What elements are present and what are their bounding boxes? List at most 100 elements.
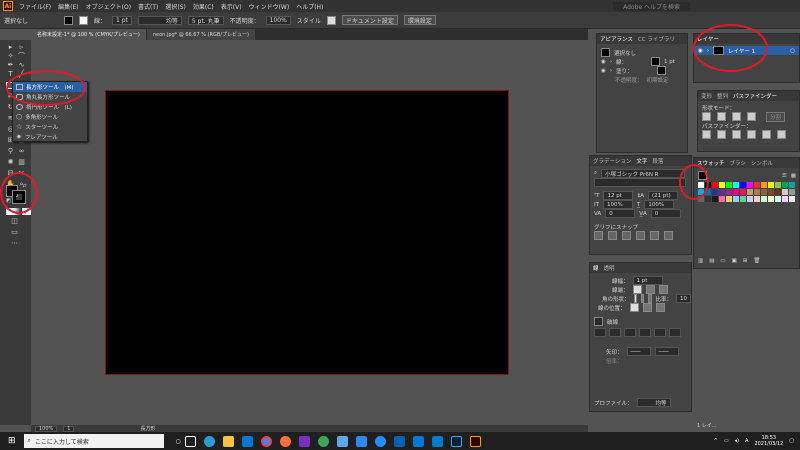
- task-view-icon[interactable]: [184, 435, 196, 447]
- tab-brushes[interactable]: ブラシ: [730, 159, 746, 167]
- visibility-eye-icon[interactable]: ◉: [601, 59, 606, 65]
- blend-icon[interactable]: ∞: [17, 148, 26, 155]
- font-style-field[interactable]: [594, 178, 686, 187]
- menu-effect[interactable]: 効果(C): [193, 2, 214, 11]
- app-icon[interactable]: [298, 435, 310, 447]
- divide-icon[interactable]: [702, 130, 711, 139]
- tab-document-2[interactable]: neon.jpg* @ 66.67 % (RGB/プレビュー): [146, 29, 255, 40]
- arrow-end-select[interactable]: ───: [654, 347, 679, 356]
- unite-icon[interactable]: [702, 112, 711, 121]
- butt-cap-icon[interactable]: [632, 285, 642, 294]
- notification-icon[interactable]: ▢: [789, 438, 794, 444]
- artboard-nav-field[interactable]: 1: [63, 425, 75, 432]
- menu-type[interactable]: 書式(T): [138, 2, 158, 11]
- people-icon[interactable]: [393, 435, 405, 447]
- brush-field[interactable]: 5 pt. 丸筆: [187, 15, 224, 25]
- show-kinds-icon[interactable]: ▤: [709, 258, 714, 264]
- gap-field[interactable]: [639, 328, 651, 337]
- target-circle-icon[interactable]: ○: [790, 48, 795, 54]
- snap-option-3-icon[interactable]: [622, 231, 631, 240]
- dash-field[interactable]: [624, 328, 636, 337]
- draw-mode-icon[interactable]: ◫: [10, 218, 19, 225]
- swatch-grid[interactable]: [694, 180, 799, 204]
- new-swatch-icon[interactable]: ⊞: [743, 258, 748, 264]
- align-center-icon[interactable]: [629, 303, 639, 312]
- preferences-button[interactable]: 環境設定: [403, 15, 436, 25]
- illustrator-icon[interactable]: [469, 435, 481, 447]
- tab-pathfinder[interactable]: パスファインダー: [733, 92, 777, 100]
- clock-app-icon[interactable]: [374, 435, 386, 447]
- leading-field[interactable]: (21 pt): [648, 191, 678, 200]
- kerning-field[interactable]: 0: [605, 209, 636, 218]
- tab-character[interactable]: 文字: [636, 157, 647, 165]
- fill-color-swatch[interactable]: [656, 66, 666, 75]
- horizontal-scale-field[interactable]: 100%: [644, 200, 675, 209]
- menu-window[interactable]: ウィンドウ(W): [249, 2, 290, 11]
- tab-transform[interactable]: 変形: [701, 92, 712, 100]
- fill-swatch[interactable]: [64, 15, 74, 25]
- windows-start-icon[interactable]: ⊞: [8, 436, 16, 446]
- tab-document-1[interactable]: 名称未設定-1* @ 100 % (CMYK/プレビュー): [31, 29, 146, 40]
- artboard[interactable]: [105, 90, 509, 375]
- dash-checkbox[interactable]: [594, 317, 603, 326]
- apply-button[interactable]: 分割: [766, 111, 786, 122]
- cortana-icon[interactable]: ○: [176, 438, 181, 445]
- snap-option-1-icon[interactable]: [594, 231, 603, 240]
- align-inside-icon[interactable]: [642, 303, 652, 312]
- menu-file[interactable]: ファイル(F): [19, 2, 51, 11]
- curvature-icon[interactable]: ∿: [17, 62, 26, 69]
- pen-tool-icon[interactable]: ✒: [6, 62, 15, 69]
- stroke-color-swatch[interactable]: [651, 57, 661, 66]
- visibility-eye-icon[interactable]: ◉: [601, 68, 606, 74]
- edge-icon[interactable]: [203, 435, 215, 447]
- outline-icon[interactable]: [762, 130, 771, 139]
- volume-icon[interactable]: ◂): [735, 438, 739, 444]
- round-join-icon[interactable]: [640, 294, 645, 303]
- minus-back-icon[interactable]: [777, 130, 786, 139]
- stroke-weight-field[interactable]: 1 pt: [112, 15, 132, 25]
- eyedropper-icon[interactable]: ⚲: [6, 148, 15, 155]
- mail-icon[interactable]: [412, 435, 424, 447]
- expand-icon[interactable]: ›: [610, 68, 612, 74]
- stroke-swatch[interactable]: [79, 15, 89, 25]
- menu-help[interactable]: ヘルプ(H): [296, 2, 323, 11]
- square-cap-icon[interactable]: [658, 285, 668, 294]
- dash-field[interactable]: [654, 328, 666, 337]
- direct-selection-tool-icon[interactable]: ▹: [17, 44, 26, 51]
- profile-select[interactable]: 均等: [636, 398, 671, 407]
- snap-option-2-icon[interactable]: [608, 231, 617, 240]
- screen-mode-icon[interactable]: ▭: [10, 229, 19, 236]
- tab-appearance[interactable]: アピアランス: [600, 35, 633, 43]
- flyout-item-star[interactable]: ☆ スターツール: [13, 122, 87, 132]
- merge-icon[interactable]: [732, 130, 741, 139]
- tab-align[interactable]: 整列: [717, 92, 728, 100]
- tab-paragraph[interactable]: 段落: [652, 157, 663, 165]
- font-size-field[interactable]: 12 pt: [603, 191, 634, 200]
- opacity-field[interactable]: 100%: [265, 15, 291, 25]
- chrome-icon[interactable]: [260, 435, 272, 447]
- tab-symbols[interactable]: シンボル: [751, 159, 773, 167]
- flyout-item-flare[interactable]: ✷ フレアツール: [13, 132, 87, 142]
- clock[interactable]: 18:53 2021/03/12: [754, 435, 783, 447]
- tab-cc-libraries[interactable]: CC ライブラリ: [638, 35, 675, 43]
- new-color-group-icon[interactable]: ▣: [732, 258, 737, 264]
- tab-transparency[interactable]: 透明: [604, 264, 615, 272]
- edit-toolbar-icon[interactable]: ⋯: [10, 240, 19, 247]
- delete-swatch-icon[interactable]: 🗑: [753, 258, 760, 264]
- menu-select[interactable]: 選択(S): [165, 2, 186, 11]
- list-view-icon[interactable]: ☰: [782, 173, 787, 179]
- flyout-item-polygon[interactable]: ⬡ 多角形ツール: [13, 112, 87, 122]
- store-icon[interactable]: [241, 435, 253, 447]
- firefox-icon[interactable]: [279, 435, 291, 447]
- tray-chevron-icon[interactable]: ^: [714, 438, 718, 444]
- swatch-options-icon[interactable]: ▭: [720, 258, 725, 264]
- taskbar-search-box[interactable]: ⌕ ここに入力して検索: [23, 434, 164, 448]
- tracking-field[interactable]: 0: [650, 209, 681, 218]
- network-icon[interactable]: ▭: [724, 438, 729, 444]
- align-outside-icon[interactable]: [655, 303, 665, 312]
- weight-field[interactable]: 1 pt: [632, 276, 663, 285]
- snap-option-5-icon[interactable]: [650, 231, 659, 240]
- app-icon[interactable]: [355, 435, 367, 447]
- variable-width-field[interactable]: 均等: [137, 15, 182, 25]
- gap-field[interactable]: [609, 328, 621, 337]
